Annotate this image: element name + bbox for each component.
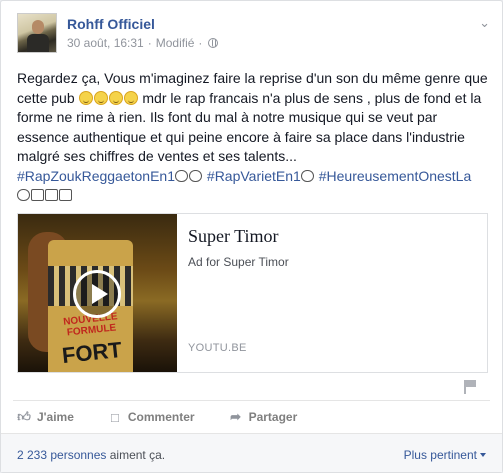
laughing-emoji-icon xyxy=(78,90,93,105)
hashtag-link[interactable]: #RapZoukReggaetonEn1 xyxy=(17,168,175,184)
likes-count-link[interactable]: 2 233 personnes xyxy=(17,448,106,462)
flag-icon[interactable] xyxy=(464,380,476,394)
keyboard-emoji-icon xyxy=(31,189,44,201)
hashtag-link[interactable]: #RapVarietEn1 xyxy=(207,168,301,184)
chevron-down-icon[interactable]: ⌄ xyxy=(479,15,490,31)
attachment-domain: YOUTU.BE xyxy=(188,342,247,354)
share-arrow-icon: ➦ xyxy=(230,409,242,424)
play-icon[interactable] xyxy=(73,270,121,318)
hashtag-link[interactable]: #HeureusementOnestLa xyxy=(319,168,472,184)
video-thumbnail[interactable]: NOUVELLE FORMULE FORT xyxy=(18,214,177,372)
author-name[interactable]: Rohff Officiel xyxy=(67,16,218,32)
post-body: Regardez ça, Vous m'imaginez faire la re… xyxy=(17,69,492,206)
monkey-emoji-icon xyxy=(300,169,314,182)
laughing-emoji-icon xyxy=(123,90,138,105)
like-button[interactable]: 👍︎ J'aime xyxy=(17,409,74,425)
likes-summary: 2 233 personnes aiment ça. xyxy=(17,448,166,462)
share-button[interactable]: ➦ Partager xyxy=(229,409,297,425)
comment-button[interactable]: □ Commenter xyxy=(108,409,195,425)
link-attachment[interactable]: NOUVELLE FORMULE FORT Super Timor Ad for… xyxy=(17,213,488,373)
thumbs-up-icon: 👍︎ xyxy=(17,409,31,424)
monkey-emoji-icon xyxy=(189,169,203,182)
keyboard-emoji-icon xyxy=(59,189,72,201)
attachment-title[interactable]: Super Timor xyxy=(188,226,475,247)
action-bar: 👍︎ J'aime □ Commenter ➦ Partager xyxy=(17,409,331,425)
speech-bubble-icon: □ xyxy=(110,409,119,425)
attachment-description: Ad for Super Timor xyxy=(188,255,289,269)
avatar[interactable] xyxy=(17,13,57,53)
speech-emoji-icon xyxy=(17,189,30,201)
monkey-emoji-icon xyxy=(175,169,189,182)
post-meta: 30 août, 16:31 · Modifié · xyxy=(67,36,219,50)
edited-label[interactable]: Modifié xyxy=(156,36,195,50)
post-timestamp[interactable]: 30 août, 16:31 xyxy=(67,36,144,50)
post-card: Rohff Officiel 30 août, 16:31 · Modifié … xyxy=(0,0,503,473)
caret-down-icon xyxy=(480,453,486,457)
laughing-emoji-icon xyxy=(108,90,123,105)
laughing-emoji-icon xyxy=(93,90,108,105)
post-footer: 2 233 personnes aiment ça. Plus pertinen… xyxy=(1,433,502,472)
comment-sort-dropdown[interactable]: Plus pertinent xyxy=(404,448,486,462)
globe-icon[interactable] xyxy=(208,38,219,48)
post-header: Rohff Officiel 30 août, 16:31 · Modifié … xyxy=(17,13,219,53)
divider xyxy=(13,400,490,401)
thumbs-up-emoji-icon xyxy=(45,189,58,201)
